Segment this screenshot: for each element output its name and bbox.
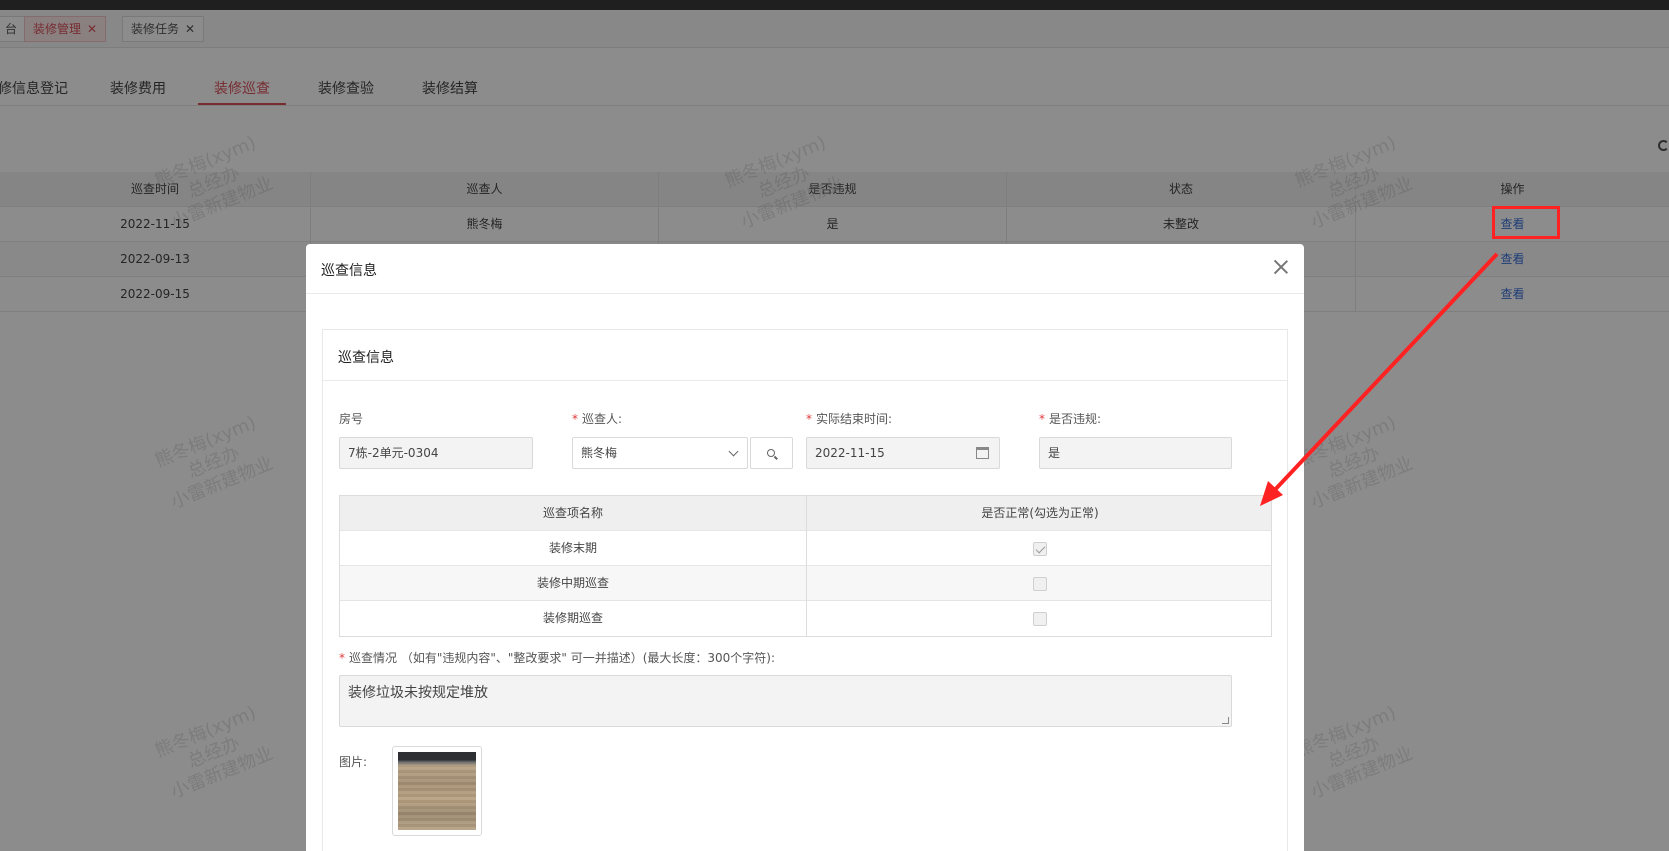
header-is-normal: 是否正常(勾选为正常)	[981, 506, 1099, 520]
violation-label: * 是否违规:	[1039, 412, 1102, 426]
end-time-label: * 实际结束时间:	[806, 412, 893, 426]
inspection-modal: 巡查信息 巡查信息 房号 7栋-2单元-0304 * 巡查人: 熊冬梅 * 实际结束…	[306, 244, 1304, 851]
item-name: 装修期巡查	[340, 601, 807, 636]
table-row: 装修末期	[340, 531, 1271, 566]
modal-title: 巡查信息	[321, 263, 377, 279]
item-check-cell	[807, 531, 1273, 566]
calendar-icon	[976, 447, 989, 459]
end-time-field[interactable]: 2022-11-15	[806, 437, 1000, 469]
chevron-down-icon	[728, 446, 739, 457]
modal-header: 巡查信息	[306, 244, 1304, 294]
image-thumbnail[interactable]	[392, 746, 482, 836]
items-table-header: 巡查项名称 是否正常(勾选为正常)	[340, 496, 1271, 531]
room-label: 房号	[339, 412, 364, 426]
room-field[interactable]: 7栋-2单元-0304	[339, 437, 533, 469]
item-name: 装修中期巡查	[340, 566, 807, 601]
highlight-box	[1492, 206, 1560, 239]
panel-header: 巡查信息	[323, 330, 1287, 381]
photo	[398, 752, 476, 830]
inspection-panel: 巡查信息 房号 7栋-2单元-0304 * 巡查人: 熊冬梅 * 实际结束时间: 2…	[322, 329, 1288, 851]
inspection-items-table: 巡查项名称 是否正常(勾选为正常) 装修末期 装修中期巡查 装修期巡查	[339, 495, 1272, 637]
inspector-label: * 巡查人:	[572, 412, 623, 426]
normal-checkbox[interactable]	[1033, 576, 1047, 591]
situation-label: * 巡查情况 （如有"违规内容"、"整改要求" 可一并描述）(最大长度：300个字…	[339, 651, 776, 665]
panel-title: 巡查信息	[338, 350, 394, 366]
inspector-search-button[interactable]	[750, 437, 793, 469]
resize-handle[interactable]	[1222, 717, 1229, 724]
header-item-name: 巡查项名称	[340, 496, 807, 531]
violation-field[interactable]: 是	[1039, 437, 1232, 469]
image-label: 图片:	[339, 755, 368, 769]
close-icon[interactable]	[1272, 258, 1290, 276]
table-row: 装修中期巡查	[340, 566, 1271, 601]
item-check-cell	[807, 601, 1273, 636]
normal-checkbox[interactable]	[1033, 541, 1047, 556]
normal-checkbox[interactable]	[1033, 611, 1047, 626]
item-check-cell	[807, 566, 1273, 601]
table-row: 装修期巡查	[340, 601, 1271, 636]
situation-textarea[interactable]: 装修垃圾未按规定堆放	[339, 675, 1232, 727]
item-name: 装修末期	[340, 531, 807, 566]
inspector-select[interactable]: 熊冬梅	[572, 437, 748, 469]
search-icon	[767, 449, 775, 457]
